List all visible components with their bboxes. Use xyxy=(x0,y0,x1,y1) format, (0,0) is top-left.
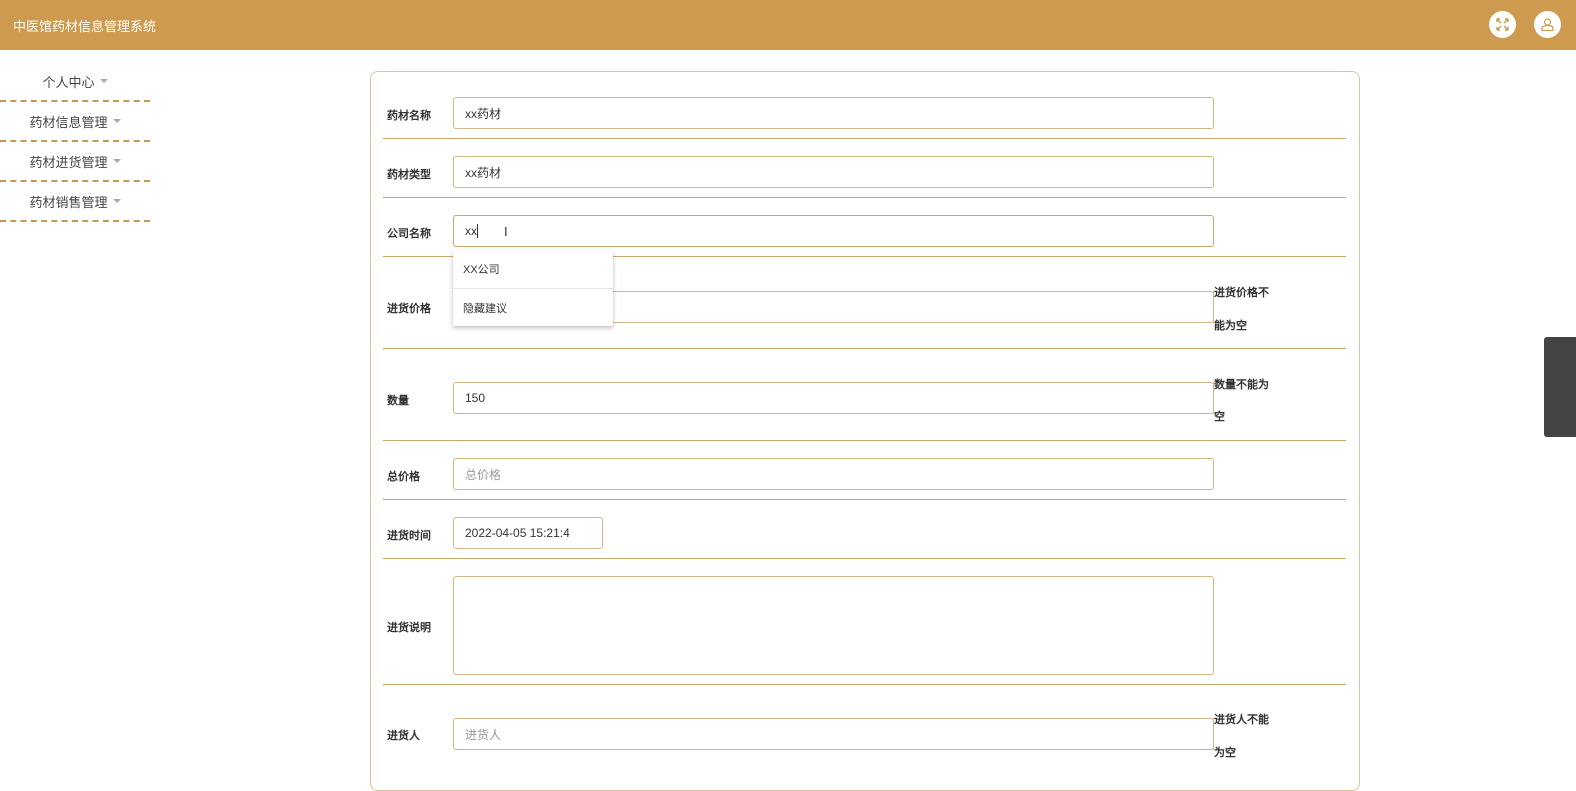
sidebar-item-label: 药材进货管理 xyxy=(29,154,108,170)
company-input[interactable]: xx I xyxy=(453,215,1214,247)
app-title: 中医馆药材信息管理系统 xyxy=(13,19,157,34)
company-value: xx xyxy=(465,224,477,238)
quantity-error-cont: 空 xyxy=(1214,411,1225,423)
hide-suggestions-option[interactable]: 隐藏建议 xyxy=(453,288,613,326)
description-textarea[interactable] xyxy=(453,576,1214,675)
label-company: 公司名称 xyxy=(387,228,431,240)
sidebar-item-herb-info[interactable]: 药材信息管理 xyxy=(0,102,150,142)
side-panel-toggle[interactable] xyxy=(1544,337,1576,437)
purchase-time-input[interactable]: 2022-04-05 15:21:4 xyxy=(453,517,603,549)
caret-down-icon xyxy=(99,79,108,83)
divider xyxy=(383,499,1346,500)
label-total: 总价格 xyxy=(387,471,420,483)
sidebar-item-label: 药材销售管理 xyxy=(29,194,108,210)
label-herb-name: 药材名称 xyxy=(387,110,431,122)
header: 中医馆药材信息管理系统 xyxy=(0,0,1576,50)
text-cursor xyxy=(477,224,478,238)
label-herb-type: 药材类型 xyxy=(387,169,431,181)
quantity-error: 数量不能为 xyxy=(1214,379,1269,391)
herb-name-input[interactable]: xx药材 xyxy=(453,97,1214,129)
label-quantity: 数量 xyxy=(387,395,409,407)
divider xyxy=(383,684,1346,685)
caret-down-icon xyxy=(112,159,121,163)
label-purchaser: 进货人 xyxy=(387,730,420,742)
caret-down-icon xyxy=(112,119,121,123)
herb-type-input[interactable]: xx药材 xyxy=(453,156,1214,188)
label-price: 进货价格 xyxy=(387,303,431,315)
total-price-input[interactable]: 总价格 xyxy=(453,458,1214,490)
sidebar: 个人中心 药材信息管理 药材进货管理 药材销售管理 xyxy=(0,62,150,222)
user-icon[interactable] xyxy=(1534,11,1561,38)
autocomplete-dropdown: XX公司 隐藏建议 xyxy=(453,250,613,326)
sidebar-item-label: 药材信息管理 xyxy=(29,114,108,130)
sidebar-item-personal-center[interactable]: 个人中心 xyxy=(0,62,150,102)
label-time: 进货时间 xyxy=(387,530,431,542)
quantity-input[interactable]: 150 xyxy=(453,382,1214,414)
divider xyxy=(383,440,1346,441)
caret-down-icon xyxy=(112,199,121,203)
sidebar-item-label: 个人中心 xyxy=(42,74,95,90)
price-error: 进货价格不 xyxy=(1214,287,1269,299)
sidebar-item-herb-sales[interactable]: 药材销售管理 xyxy=(0,182,150,222)
purchaser-error-cont: 为空 xyxy=(1214,747,1236,759)
divider xyxy=(383,558,1346,559)
divider xyxy=(383,138,1346,139)
label-description: 进货说明 xyxy=(387,622,431,634)
price-error-cont: 能为空 xyxy=(1214,320,1247,332)
purchaser-input[interactable]: 进货人 xyxy=(453,718,1214,750)
divider xyxy=(383,348,1346,349)
purchaser-error: 进货人不能 xyxy=(1214,714,1269,726)
sidebar-item-herb-purchase[interactable]: 药材进货管理 xyxy=(0,142,150,182)
fullscreen-icon[interactable] xyxy=(1489,11,1516,38)
autocomplete-suggestion[interactable]: XX公司 xyxy=(453,250,613,288)
divider xyxy=(383,197,1346,198)
ibeam-cursor-icon: I xyxy=(504,223,508,239)
